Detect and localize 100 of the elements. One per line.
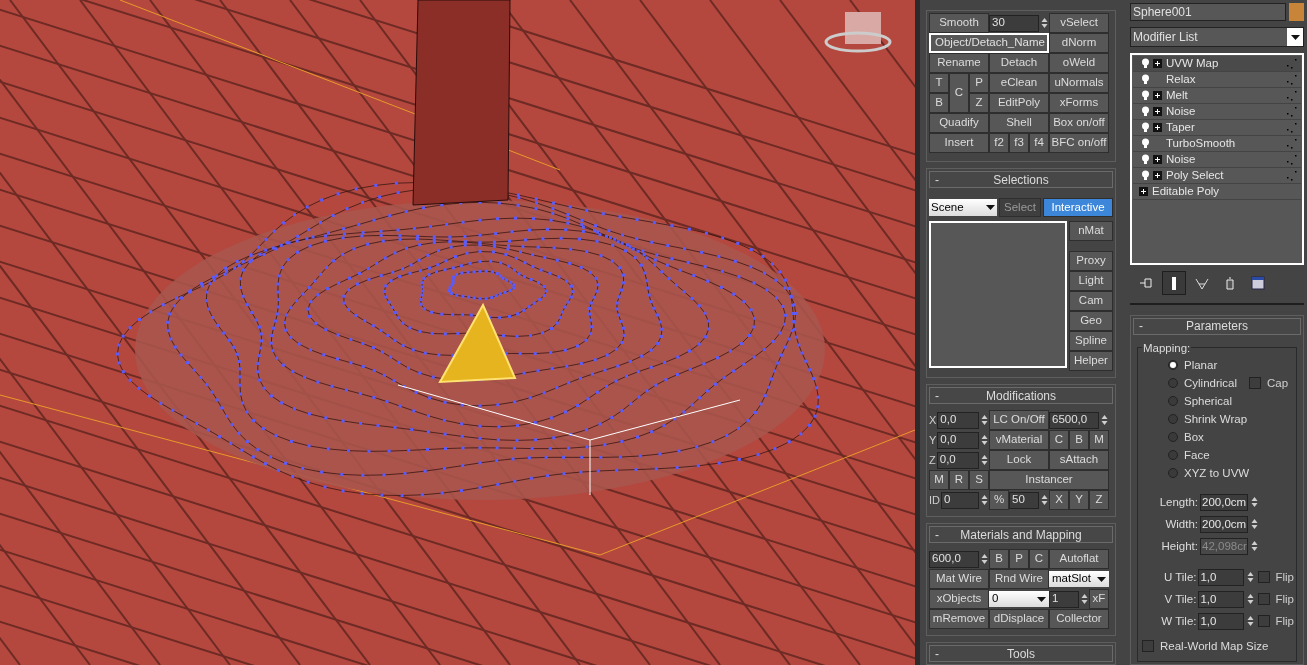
checkbox[interactable]: [1142, 640, 1154, 653]
tool-button[interactable]: eClean: [989, 73, 1049, 93]
expand-icon[interactable]: [1153, 59, 1162, 68]
spinner-arrows-icon[interactable]: [1041, 494, 1048, 506]
spinner-arrows-icon[interactable]: [1041, 17, 1048, 29]
stack-item[interactable]: Editable Poly: [1133, 184, 1301, 200]
tool-button[interactable]: Detach: [989, 53, 1049, 73]
stack-item[interactable]: Melt: [1133, 88, 1301, 104]
tool-button[interactable]: T: [929, 73, 949, 93]
color-swatch[interactable]: [1289, 3, 1304, 21]
tool-button[interactable]: B: [929, 93, 949, 113]
rollout-header[interactable]: - Tools: [929, 645, 1113, 662]
select-button[interactable]: Select: [999, 198, 1041, 217]
tool-button[interactable]: Helper: [1069, 351, 1113, 371]
tool-button[interactable]: Light: [1069, 271, 1113, 291]
tool-button[interactable]: uNormals: [1049, 73, 1109, 93]
radio-button[interactable]: [1168, 468, 1178, 479]
tool-button[interactable]: f2: [989, 133, 1009, 153]
rollout-header[interactable]: - Parameters: [1133, 317, 1301, 335]
selection-list[interactable]: [929, 221, 1067, 368]
expand-icon[interactable]: [1153, 123, 1162, 132]
tool-button[interactable]: xF: [1089, 589, 1109, 609]
tool-button[interactable]: M: [929, 470, 949, 490]
tool-button[interactable]: Spline: [1069, 331, 1113, 351]
tool-button[interactable]: C: [1049, 430, 1069, 450]
spinner-arrows-icon[interactable]: [1247, 571, 1255, 584]
tool-button[interactable]: xForms: [1049, 93, 1109, 113]
stack-item[interactable]: TurboSmooth: [1133, 136, 1301, 152]
dropdown[interactable]: Scene: [929, 199, 997, 216]
tool-button[interactable]: B: [989, 549, 1009, 569]
tool-button[interactable]: nMat: [1069, 221, 1113, 241]
tool-button[interactable]: Rnd Wire: [989, 569, 1049, 589]
spinner-arrows-icon[interactable]: [981, 434, 988, 446]
tool-button[interactable]: P: [969, 73, 989, 93]
tool-button[interactable]: xObjects: [929, 589, 989, 609]
spinner-arrows-icon[interactable]: [1247, 615, 1255, 628]
tool-button[interactable]: f3: [1009, 133, 1029, 153]
tool-button[interactable]: sAttach: [1049, 450, 1109, 470]
tool-button[interactable]: Y: [1069, 490, 1089, 510]
tool-button[interactable]: Shell: [989, 113, 1049, 133]
tool-button[interactable]: X: [1049, 490, 1069, 510]
tool-button[interactable]: mRemove: [929, 609, 989, 629]
tool-button[interactable]: Quadify: [929, 113, 989, 133]
spinner-arrows-icon[interactable]: [981, 454, 988, 466]
checkbox[interactable]: [1258, 571, 1271, 584]
dropdown[interactable]: 0: [989, 591, 1049, 607]
lightbulb-icon[interactable]: [1141, 106, 1150, 117]
radio-button[interactable]: [1168, 396, 1178, 407]
tool-button[interactable]: Z: [969, 93, 989, 113]
tool-button[interactable]: BFC on/off: [1049, 133, 1109, 153]
tool-button[interactable]: Proxy: [1069, 251, 1113, 271]
tool-button[interactable]: R: [949, 470, 969, 490]
lightbulb-icon[interactable]: [1141, 58, 1150, 69]
expand-icon[interactable]: [1139, 187, 1148, 196]
tool-button[interactable]: Z: [1089, 490, 1109, 510]
tool-button[interactable]: Autoflat: [1049, 549, 1109, 569]
tool-button[interactable]: f4: [1029, 133, 1049, 153]
stack-item[interactable]: Noise: [1133, 152, 1301, 168]
tool-button[interactable]: vSelect: [1049, 13, 1109, 33]
tool-button[interactable]: Insert: [929, 133, 989, 153]
spinner-arrows-icon[interactable]: [1251, 496, 1258, 509]
tool-button[interactable]: Geo: [1069, 311, 1113, 331]
lightbulb-icon[interactable]: [1141, 90, 1150, 101]
tool-button[interactable]: LC On/Off: [989, 410, 1049, 430]
lightbulb-icon[interactable]: [1141, 170, 1150, 181]
tool-button[interactable]: Cam: [1069, 291, 1113, 311]
tool-button[interactable]: P: [1009, 549, 1029, 569]
rollout-header[interactable]: - Modifications: [929, 387, 1113, 404]
tool-button[interactable]: Rename: [929, 53, 989, 73]
spinner-arrows-icon[interactable]: [1081, 593, 1088, 605]
stack-item[interactable]: Noise: [1133, 104, 1301, 120]
tool-button[interactable]: C: [1029, 549, 1049, 569]
tool-button[interactable]: oWeld: [1049, 53, 1109, 73]
tool-button[interactable]: Box on/off: [1049, 113, 1109, 133]
stack-item[interactable]: Relax: [1133, 72, 1301, 88]
tool-button[interactable]: B: [1069, 430, 1089, 450]
lightbulb-icon[interactable]: [1141, 154, 1150, 165]
tool-button[interactable]: EditPoly: [989, 93, 1049, 113]
tool-button[interactable]: Lock: [989, 450, 1049, 470]
modifier-list-dropdown[interactable]: Modifier List: [1130, 27, 1304, 47]
expand-icon[interactable]: [1153, 171, 1162, 180]
tool-button[interactable]: Mat Wire: [929, 569, 989, 589]
tool-button[interactable]: dDisplace: [989, 609, 1049, 629]
spinner-arrows-icon[interactable]: [1247, 593, 1255, 606]
checkbox[interactable]: [1258, 593, 1271, 606]
lightbulb-icon[interactable]: [1141, 138, 1150, 149]
checkbox[interactable]: [1249, 377, 1262, 390]
spinner-arrows-icon[interactable]: [981, 414, 988, 426]
object-name-field[interactable]: Sphere001: [1130, 3, 1286, 21]
interactive-button[interactable]: Interactive: [1043, 198, 1113, 217]
lightbulb-icon[interactable]: [1141, 74, 1150, 85]
tool-button[interactable]: M: [1089, 430, 1109, 450]
stack-item[interactable]: Poly Select: [1133, 168, 1301, 184]
stack-item[interactable]: Taper: [1133, 120, 1301, 136]
radio-button[interactable]: [1168, 360, 1178, 371]
name-field[interactable]: Object/Detach_Name: [929, 33, 1049, 53]
tool-button[interactable]: Smooth: [929, 13, 989, 33]
tool-button[interactable]: %: [989, 490, 1009, 510]
expand-icon[interactable]: [1153, 155, 1162, 164]
spinner-arrows-icon[interactable]: [1101, 414, 1108, 426]
